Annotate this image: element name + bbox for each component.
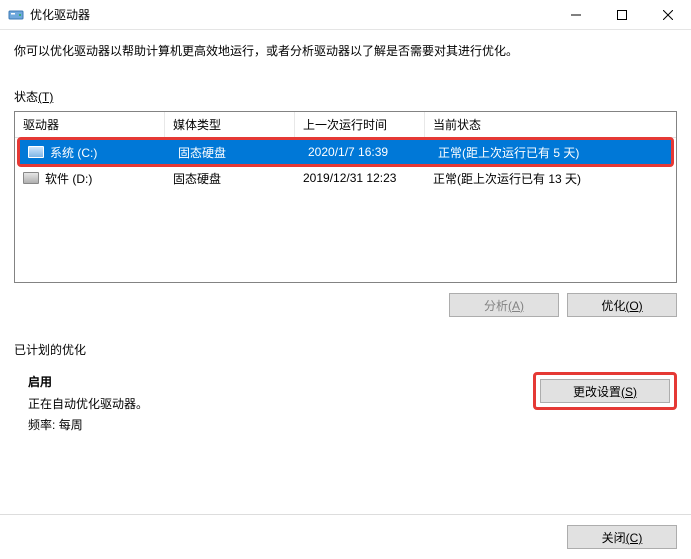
table-row[interactable]: 软件 (D:) 固态硬盘 2019/12/31 12:23 正常(距上次运行已有…: [15, 166, 676, 190]
table-buttons: 分析(A) 优化(O): [14, 293, 677, 317]
footer: 关闭(C): [0, 514, 691, 559]
drive-icon: [23, 172, 39, 184]
main-content: 你可以优化驱动器以帮助计算机更高效地运行，或者分析驱动器以了解是否需要对其进行优…: [0, 30, 691, 437]
maximize-button[interactable]: [599, 0, 645, 30]
drive-name: 软件 (D:): [45, 170, 92, 187]
schedule-info: 启用 正在自动优化驱动器。 频率: 每周: [28, 372, 148, 437]
drives-table: 驱动器 媒体类型 上一次运行时间 当前状态 系统 (C:) 固态硬盘 2020/…: [14, 111, 677, 283]
drive-status: 正常(距上次运行已有 13 天): [425, 168, 676, 189]
drive-icon: [28, 146, 44, 158]
table-header: 驱动器 媒体类型 上一次运行时间 当前状态: [15, 112, 676, 138]
drive-lastrun: 2019/12/31 12:23: [295, 169, 425, 187]
highlighted-row-frame: 系统 (C:) 固态硬盘 2020/1/7 16:39 正常(距上次运行已有 5…: [17, 137, 674, 167]
minimize-button[interactable]: [553, 0, 599, 30]
col-status[interactable]: 当前状态: [425, 112, 676, 137]
description-text: 你可以优化驱动器以帮助计算机更高效地运行，或者分析驱动器以了解是否需要对其进行优…: [14, 42, 677, 60]
window-controls: [553, 0, 691, 30]
close-button[interactable]: 关闭(C): [567, 525, 677, 549]
status-label: 状态(T): [14, 88, 677, 105]
change-settings-button[interactable]: 更改设置(S): [540, 379, 670, 403]
schedule-description: 正在自动优化驱动器。: [28, 394, 148, 416]
drive-name: 系统 (C:): [50, 144, 97, 161]
schedule-enabled: 启用: [28, 372, 148, 394]
highlighted-change-settings-frame: 更改设置(S): [533, 372, 677, 410]
drive-status: 正常(距上次运行已有 5 天): [430, 142, 671, 163]
drive-media: 固态硬盘: [165, 168, 295, 189]
schedule-frequency: 频率: 每周: [28, 415, 148, 437]
drive-media: 固态硬盘: [170, 142, 300, 163]
table-row[interactable]: 系统 (C:) 固态硬盘 2020/1/7 16:39 正常(距上次运行已有 5…: [20, 140, 671, 164]
close-window-button[interactable]: [645, 0, 691, 30]
drive-lastrun: 2020/1/7 16:39: [300, 143, 430, 161]
schedule-title: 已计划的优化: [14, 341, 677, 358]
analyze-button[interactable]: 分析(A): [449, 293, 559, 317]
col-lastrun[interactable]: 上一次运行时间: [295, 112, 425, 137]
optimize-button[interactable]: 优化(O): [567, 293, 677, 317]
app-icon: [8, 7, 24, 23]
col-drive[interactable]: 驱动器: [15, 112, 165, 137]
window-title: 优化驱动器: [30, 6, 553, 23]
schedule-block: 启用 正在自动优化驱动器。 频率: 每周 更改设置(S): [14, 372, 677, 437]
titlebar: 优化驱动器: [0, 0, 691, 30]
col-media[interactable]: 媒体类型: [165, 112, 295, 137]
